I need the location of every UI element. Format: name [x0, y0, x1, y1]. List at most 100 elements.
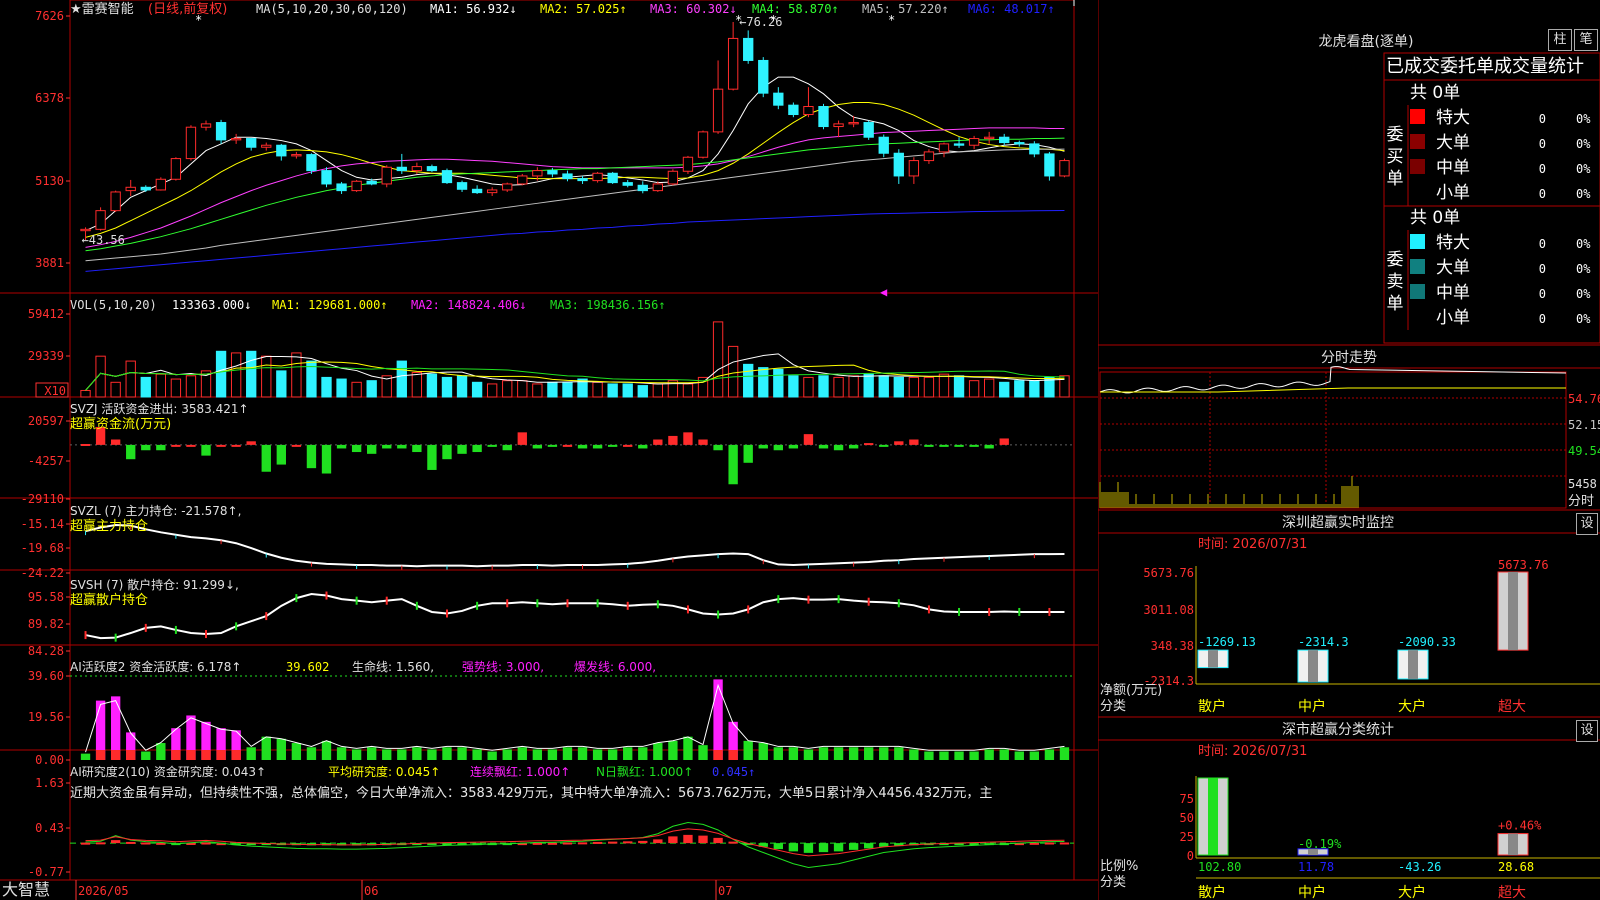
cursor-marker: ◀ — [880, 285, 888, 299]
research-bar — [1029, 842, 1040, 845]
activity-bar — [788, 747, 799, 760]
moneyflow-bar — [894, 441, 904, 445]
moneyflow-bar — [954, 444, 964, 447]
lhb-row-name: 中单 — [1436, 283, 1470, 303]
lhb-side-label: 单 — [1387, 294, 1404, 314]
activity-bar — [864, 747, 874, 760]
research-bar — [803, 843, 814, 853]
ai2-avg: 平均研究度: 0.045↑ — [328, 764, 440, 779]
svzj-axis-tick-label: -4257 — [28, 454, 64, 468]
svzl-axis-tick-label: -24.22 — [21, 566, 64, 580]
svzj-label: SVZJ 活跃资金进出: 3583.421↑ — [70, 401, 249, 416]
date-axis-label: 2026/05 — [78, 884, 129, 898]
activity-bar — [547, 749, 558, 760]
moneyflow-bar — [833, 444, 844, 451]
candle-body — [246, 138, 257, 148]
fs-price-label: 54.76 — [1568, 392, 1600, 406]
candle-body — [215, 122, 227, 141]
moneyflow-bar — [607, 444, 618, 447]
volume-bar — [471, 381, 483, 398]
moneyflow-bar — [126, 444, 136, 460]
research-bar — [833, 843, 844, 852]
moneyflow-bar — [472, 444, 482, 453]
activity-bar — [562, 747, 573, 760]
cls-category: 散户 — [1198, 884, 1226, 900]
candle-body — [652, 183, 664, 192]
moneyflow-bar — [110, 439, 121, 445]
lhb-swatch — [1410, 134, 1425, 149]
candle-body — [592, 172, 603, 182]
activity-bar — [743, 740, 753, 760]
activity-bar — [351, 749, 362, 760]
moneyflow-bar — [909, 439, 919, 445]
lhb-row-name: 特大 — [1436, 108, 1470, 128]
candle-body — [938, 143, 950, 153]
moneyflow-bar — [457, 444, 467, 454]
activity-bar — [321, 740, 332, 760]
candle-body — [607, 172, 618, 184]
volume-bar — [80, 389, 91, 398]
candle-body — [908, 160, 920, 177]
lhb-row-name: 大单 — [1436, 258, 1470, 278]
volume-bar — [125, 360, 136, 398]
moneyflow-bar — [864, 443, 874, 446]
candle-body — [110, 191, 121, 212]
moneyflow-bar — [547, 444, 558, 447]
moneyflow-bar — [879, 444, 889, 447]
volume-bar — [968, 380, 980, 398]
vol-ma2: MA2: 148824.406↓ — [411, 298, 527, 312]
cls-time: 时间: 2026/07/31 — [1198, 744, 1307, 759]
moneyflow-bar — [171, 444, 181, 447]
moneyflow-bar — [969, 444, 979, 447]
volume-bar — [1059, 375, 1070, 398]
candle-body — [351, 180, 362, 192]
lhb-row-pct: 0% — [1576, 187, 1591, 201]
research-bar — [818, 843, 829, 853]
candle-body — [456, 182, 468, 190]
moneyflow-bar — [246, 441, 256, 445]
lhb-swatch — [1410, 259, 1425, 274]
lhb-row-pct: 0% — [1576, 112, 1591, 126]
volume-bar — [426, 373, 438, 398]
candle-body — [743, 37, 754, 61]
lhb-row-pct: 0% — [1576, 262, 1591, 276]
bar-mode-button[interactable]: 柱 — [1548, 29, 1572, 51]
candle-body — [968, 138, 980, 146]
volume-bar — [983, 378, 995, 398]
cls-ylabel: 比例% — [1100, 859, 1138, 874]
ai2-axis-tick-label: -0.77 — [28, 865, 64, 879]
research-bar — [653, 839, 663, 844]
candle-body — [230, 138, 242, 141]
volume-bar — [818, 375, 829, 398]
candle-body — [426, 166, 438, 172]
activity-bar — [412, 747, 422, 760]
volume-bar — [276, 370, 287, 398]
activity-bar — [909, 749, 919, 760]
activity-bar — [141, 751, 151, 760]
monitor-settings-button[interactable]: 设 — [1576, 513, 1598, 535]
research-bar — [788, 843, 799, 852]
candle-body — [276, 144, 287, 157]
date-axis-label: 07 — [718, 884, 732, 898]
activity-bar — [999, 749, 1009, 760]
volume-bar — [261, 355, 272, 398]
lhb-row-pct: 0% — [1576, 287, 1591, 301]
ma-line-ma4 — [85, 137, 1065, 252]
ai1-axis-tick-label: 39.60 — [28, 669, 64, 683]
ai2-axis-tick-label: 0.43 — [35, 821, 64, 835]
cls-title: 深市超赢分类统计 — [1282, 721, 1394, 738]
research-bar — [728, 841, 738, 844]
ma-line-ma1 — [85, 76, 1065, 232]
fs-unit-label: 分时 — [1568, 494, 1594, 509]
volume-bar — [456, 375, 468, 398]
classify-settings-button[interactable]: 设 — [1576, 720, 1598, 742]
activity-bar — [397, 749, 407, 760]
activity-bar — [1029, 751, 1040, 760]
vol-axis-tick-label: 59412 — [28, 307, 64, 321]
tick-mode-button[interactable]: 笔 — [1574, 29, 1598, 51]
candle-body — [727, 37, 739, 90]
svzl-sublabel: 超赢主力持仓 — [70, 518, 148, 534]
main-chart-area[interactable]: 7626637851303881←76.26←43.56* * * *★雷赛智能 (日线… — [0, 0, 1098, 900]
volume-bar — [848, 375, 859, 398]
volume-bar — [953, 375, 965, 398]
